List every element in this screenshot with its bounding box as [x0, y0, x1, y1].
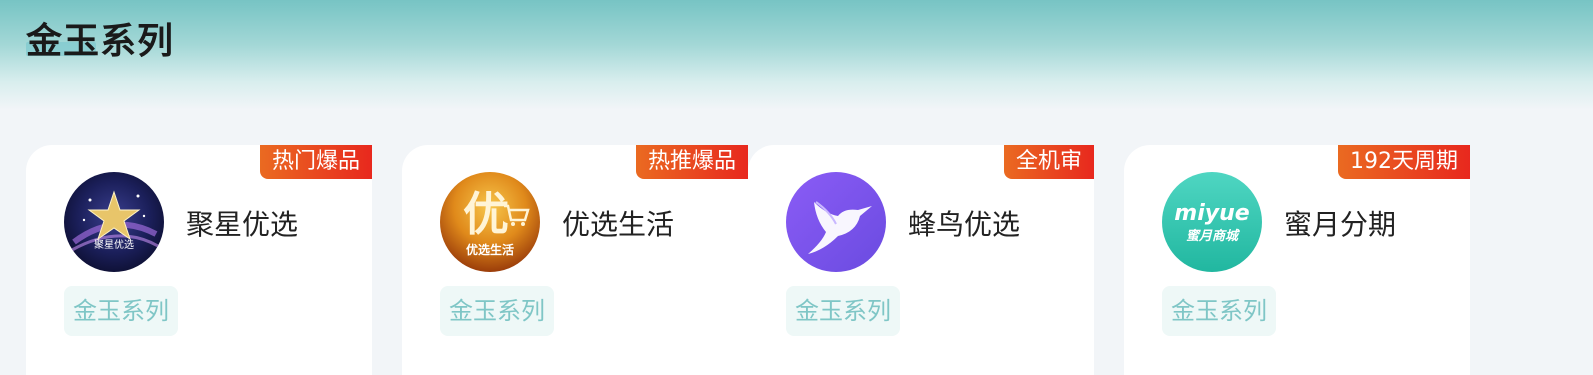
shop-name: 蜜月分期 [1284, 208, 1397, 241]
shop-name: 聚星优选 [186, 208, 299, 241]
card-badge: 全机审 [1003, 145, 1094, 179]
star-logo-icon: 聚星优选 [64, 172, 164, 272]
logo-line1: miyue [1174, 201, 1249, 226]
logo-char: 优 [463, 187, 509, 241]
card-badge: 热推爆品 [635, 145, 748, 179]
card-badge: 192天周期 [1338, 145, 1470, 179]
section-title: 金玉系列 [26, 21, 175, 62]
logo-line2: 蜜月商城 [1186, 228, 1240, 244]
shop-name: 优选生活 [562, 208, 675, 241]
series-tag[interactable]: 金玉系列 [64, 286, 178, 336]
series-tag[interactable]: 金玉系列 [786, 286, 900, 336]
product-card-1[interactable]: 热门爆品 聚星优选 聚星优选 金玉系列 [26, 145, 372, 375]
logo-text: 优选生活 [466, 242, 514, 257]
product-card-2[interactable]: 热推爆品 优 优选生活 优选生活 金玉系列 [402, 145, 748, 375]
header-band [0, 0, 1593, 110]
cart-logo-icon: 优 优选生活 [440, 172, 540, 272]
series-tag[interactable]: 金玉系列 [440, 286, 554, 336]
series-tag[interactable]: 金玉系列 [1162, 286, 1276, 336]
product-card-4[interactable]: 192天周期 miyue 蜜月商城 蜜月分期 金玉系列 [1124, 145, 1470, 375]
card-badge: 热门爆品 [259, 145, 372, 179]
hummingbird-logo-icon [786, 172, 886, 272]
logo-text: 聚星优选 [94, 238, 134, 251]
product-card-3[interactable]: 全机审 蜂鸟优选 金玉系列 [748, 145, 1094, 375]
miyue-logo-icon: miyue 蜜月商城 [1162, 172, 1262, 272]
shop-name: 蜂鸟优选 [908, 208, 1021, 241]
